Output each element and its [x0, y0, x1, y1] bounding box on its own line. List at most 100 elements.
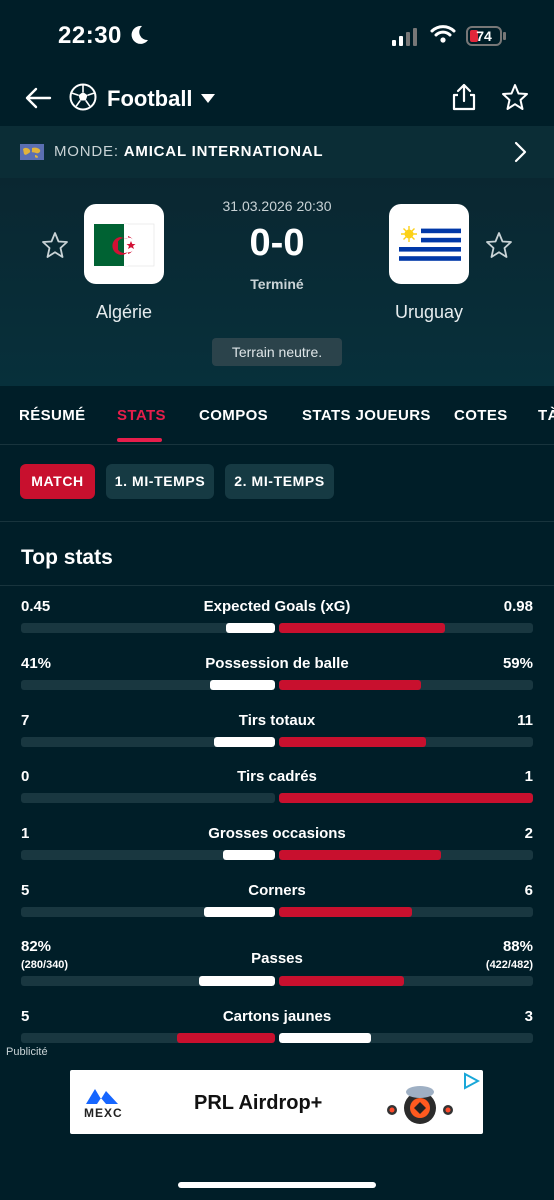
wifi-icon [430, 24, 456, 49]
stat-away-bar-track [279, 680, 533, 690]
stat-home-bar-fill [199, 976, 275, 986]
stat-home-bar-track [21, 1033, 275, 1043]
stat-home-bar-fill [213, 737, 275, 747]
stat-away-value: 2 [525, 825, 533, 842]
stat-home-bar-track [21, 793, 275, 803]
active-tab-indicator [117, 438, 162, 442]
stat-home-value: 5 [21, 882, 29, 899]
stat-home-value: 5 [21, 1008, 29, 1025]
tab-stats[interactable]: STATS [117, 407, 166, 424]
match-score: 0-0 [249, 222, 305, 264]
stat-away-bar-fill [279, 850, 441, 860]
stat-away-bar-track [279, 1033, 533, 1043]
ad-label: Publicité [6, 1046, 48, 1058]
stat-home-bar-track [21, 623, 275, 633]
stat-label: Tirs totaux [238, 712, 316, 729]
stat-label: Passes [251, 950, 303, 967]
stat-away-value-text: 59% [502, 655, 533, 672]
ad-choices-icon[interactable] [462, 1072, 481, 1095]
sport-selector-label[interactable]: Football [107, 86, 193, 112]
stat-away-value: 0.98 [504, 598, 533, 615]
battery-level: 74 [476, 28, 492, 44]
venue-note-badge: Terrain neutre. [212, 338, 342, 366]
stat-label: Expected Goals (xG) [203, 598, 351, 615]
stat-home-value: 41% [21, 655, 51, 672]
home-team-logo[interactable] [84, 204, 164, 284]
stat-home-value: 0 [21, 768, 29, 785]
stat-home-value-text: 82% [21, 938, 52, 955]
stat-away-value: 1 [525, 768, 533, 785]
stat-away-bar-fill [279, 737, 427, 747]
stat-row: 41% Possession de balle 59% [21, 655, 533, 711]
tab-stats-joueurs[interactable]: STATS JOUEURS [302, 407, 431, 424]
home-team-name[interactable]: Algérie [44, 302, 204, 323]
stat-home-bar-fill [210, 680, 275, 690]
home-indicator[interactable] [178, 1182, 376, 1188]
tab-truncated[interactable]: TÀ [538, 407, 554, 424]
period-second-half-button[interactable]: 2. MI-TEMPS [225, 464, 334, 499]
star-icon [502, 84, 528, 110]
status-time: 22:30 [58, 22, 122, 49]
divider [0, 585, 554, 586]
stat-row: 7 Tirs totaux 11 [21, 712, 533, 768]
away-favorite-star[interactable] [484, 230, 514, 265]
signal-icon [392, 28, 417, 46]
stat-away-value-text: 88% [502, 938, 533, 955]
ad-coin-image [380, 1080, 460, 1137]
stat-home-bar-fill [204, 907, 275, 917]
chevron-right-icon[interactable] [512, 140, 528, 169]
match-status: Terminé [250, 276, 304, 292]
stat-home-bar-track [21, 680, 275, 690]
stat-away-bar-track [279, 737, 533, 747]
stat-away-bar-fill [279, 1033, 371, 1043]
stat-away-bar-track [279, 976, 533, 986]
stat-away-bar-track [279, 793, 533, 803]
competition-title: AMICAL INTERNATIONAL [123, 143, 324, 160]
star-icon [42, 232, 68, 258]
tab-compos[interactable]: COMPOS [199, 407, 268, 424]
period-match-button[interactable]: MATCH [20, 464, 95, 499]
stat-home-value-text: 5 [21, 1008, 30, 1025]
star-icon [486, 232, 512, 258]
stat-away-bar-fill [279, 680, 422, 690]
stat-home-bar-track [21, 737, 275, 747]
battery-icon: 74 [466, 26, 502, 46]
away-team-logo[interactable] [389, 204, 469, 284]
football-icon [68, 82, 98, 117]
stat-away-value: 88% (422/482) [486, 938, 533, 971]
stat-away-value-text: 2 [524, 825, 533, 842]
battery-cap [503, 32, 506, 40]
stat-home-value: 1 [21, 825, 29, 842]
tab-cotes[interactable]: COTES [454, 407, 508, 424]
uruguay-flag-icon [399, 224, 461, 266]
home-favorite-star[interactable] [40, 230, 70, 265]
divider [0, 521, 554, 522]
stat-home-value-text: 0.45 [21, 598, 51, 615]
favorite-button[interactable] [500, 82, 530, 117]
stat-home-bar-track [21, 907, 275, 917]
stat-away-bar-track [279, 907, 533, 917]
world-flag-icon [20, 144, 44, 160]
match-date: 31.03.2026 20:30 [222, 198, 332, 214]
stat-row: 0.45 Expected Goals (xG) 0.98 [21, 598, 533, 654]
section-title: Top stats [21, 546, 113, 569]
caret-down-icon[interactable] [200, 92, 216, 110]
stat-home-value-text: 1 [21, 825, 30, 842]
back-button[interactable] [22, 82, 54, 114]
stat-home-value: 82% (280/340) [21, 938, 68, 971]
stat-away-value-text: 6 [524, 882, 533, 899]
arrow-left-icon [25, 87, 52, 109]
competition-name[interactable]: MONDE: AMICAL INTERNATIONAL [54, 143, 323, 160]
tab-resume[interactable]: RÉSUMÉ [19, 407, 86, 424]
stat-away-bar-fill [279, 907, 412, 917]
period-first-half-button[interactable]: 1. MI-TEMPS [106, 464, 214, 499]
stat-away-value: 3 [525, 1008, 533, 1025]
stat-home-value-text: 7 [21, 712, 30, 729]
away-team-name[interactable]: Uruguay [349, 302, 509, 323]
share-button[interactable] [450, 82, 478, 117]
competition-prefix: MONDE: [54, 143, 119, 160]
stat-away-bar-fill [279, 623, 446, 633]
stat-row: 1 Grosses occasions 2 [21, 825, 533, 881]
stat-away-value-text: 3 [524, 1008, 533, 1025]
stat-home-bar-fill [223, 850, 275, 860]
